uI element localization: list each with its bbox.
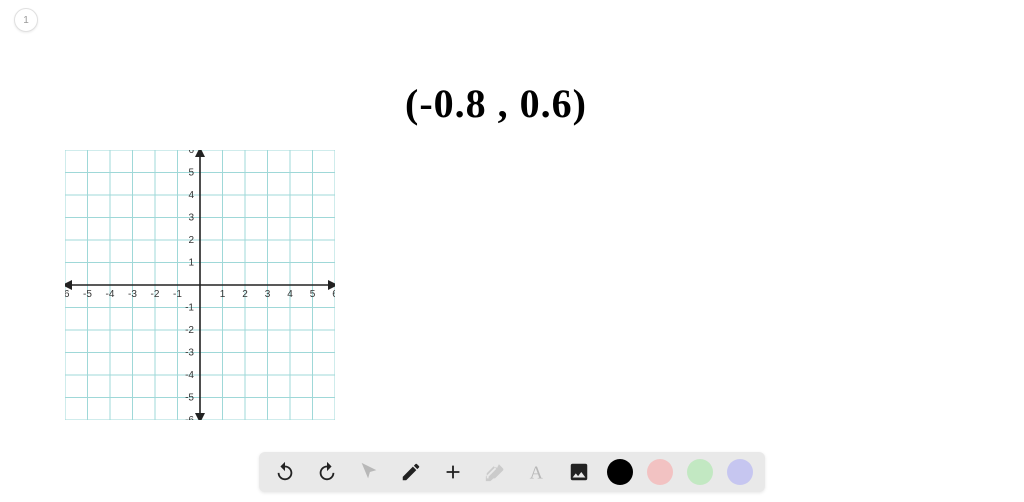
image-icon	[568, 461, 590, 483]
drawing-toolbar: A	[259, 452, 765, 492]
svg-text:-3: -3	[128, 289, 137, 300]
svg-text:-6: -6	[65, 289, 70, 300]
svg-text:1: 1	[188, 258, 194, 269]
svg-text:1: 1	[220, 289, 226, 300]
svg-text:6: 6	[332, 289, 335, 300]
page-number-badge: 1	[14, 8, 38, 32]
svg-text:6: 6	[188, 150, 194, 156]
text-icon: A	[526, 461, 548, 483]
pointer-button[interactable]	[355, 458, 383, 486]
svg-text:4: 4	[287, 289, 293, 300]
undo-icon	[274, 461, 296, 483]
text-tool-button[interactable]: A	[523, 458, 551, 486]
svg-text:2: 2	[188, 235, 194, 246]
svg-text:4: 4	[188, 190, 194, 201]
svg-text:-4: -4	[106, 289, 115, 300]
svg-text:A: A	[530, 462, 544, 482]
coordinate-grid: -6 -5 -4 -3 -2 -1 1 2 3 4 5 6 -6 -5 -4 -3 -2 -1 1 2 3 4 5 6	[65, 150, 335, 420]
image-tool-button[interactable]	[565, 458, 593, 486]
svg-text:-6: -6	[185, 415, 194, 420]
svg-text:-4: -4	[185, 370, 194, 381]
add-button[interactable]	[439, 458, 467, 486]
pencil-button[interactable]	[397, 458, 425, 486]
svg-text:-1: -1	[185, 303, 194, 314]
color-pink[interactable]	[647, 459, 673, 485]
svg-text:-3: -3	[185, 348, 194, 359]
eraser-icon	[484, 461, 506, 483]
color-green[interactable]	[687, 459, 713, 485]
pointer-icon	[358, 461, 380, 483]
svg-text:3: 3	[265, 289, 271, 300]
svg-text:2: 2	[242, 289, 248, 300]
svg-text:-5: -5	[83, 289, 92, 300]
pencil-icon	[400, 461, 422, 483]
svg-text:-5: -5	[185, 393, 194, 404]
svg-text:-1: -1	[173, 289, 182, 300]
color-black[interactable]	[607, 459, 633, 485]
svg-text:5: 5	[310, 289, 316, 300]
grid-svg: -6 -5 -4 -3 -2 -1 1 2 3 4 5 6 -6 -5 -4 -3 -2 -1 1 2 3 4 5 6	[65, 150, 335, 420]
page-number: 1	[23, 15, 29, 26]
svg-text:3: 3	[188, 213, 194, 224]
svg-text:5: 5	[188, 168, 194, 179]
undo-button[interactable]	[271, 458, 299, 486]
color-purple[interactable]	[727, 459, 753, 485]
svg-text:-2: -2	[151, 289, 160, 300]
svg-text:-2: -2	[185, 325, 194, 336]
plus-icon	[442, 461, 464, 483]
redo-button[interactable]	[313, 458, 341, 486]
redo-icon	[316, 461, 338, 483]
eraser-button[interactable]	[481, 458, 509, 486]
handwritten-point-label: (-0.8 , 0.6)	[405, 80, 587, 127]
